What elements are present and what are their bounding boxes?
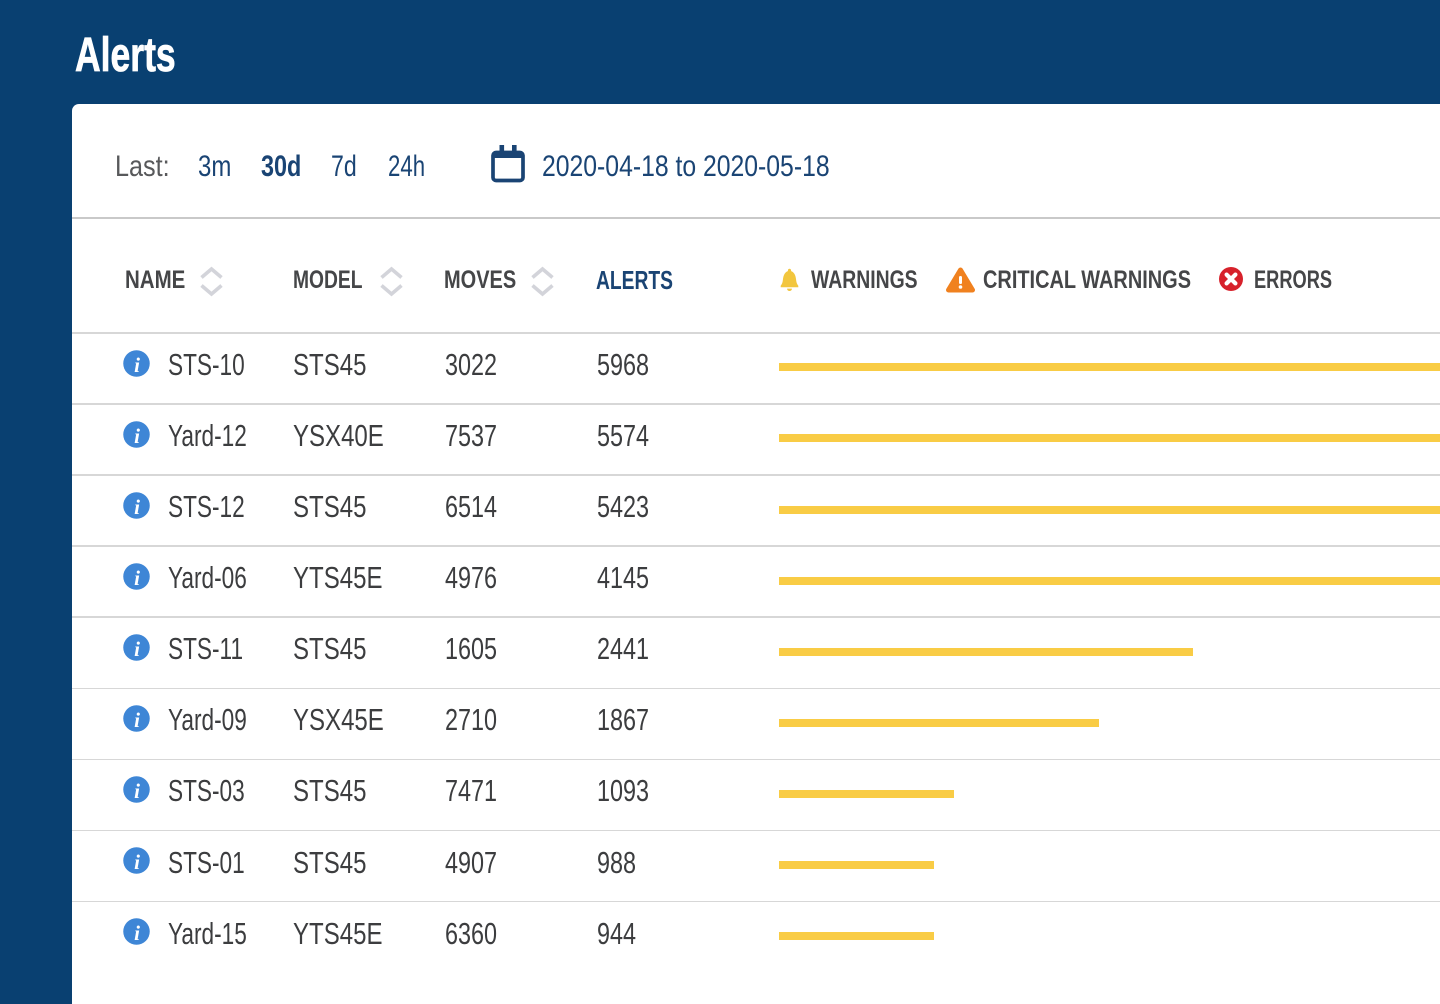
svg-text:i: i bbox=[134, 424, 140, 448]
svg-text:i: i bbox=[134, 850, 140, 874]
svg-text:i: i bbox=[134, 566, 140, 590]
svg-text:i: i bbox=[134, 708, 140, 732]
svg-text:i: i bbox=[134, 637, 140, 661]
svg-text:i: i bbox=[134, 495, 140, 519]
svg-text:i: i bbox=[134, 921, 140, 945]
svg-text:i: i bbox=[134, 353, 140, 377]
svg-text:i: i bbox=[134, 779, 140, 803]
